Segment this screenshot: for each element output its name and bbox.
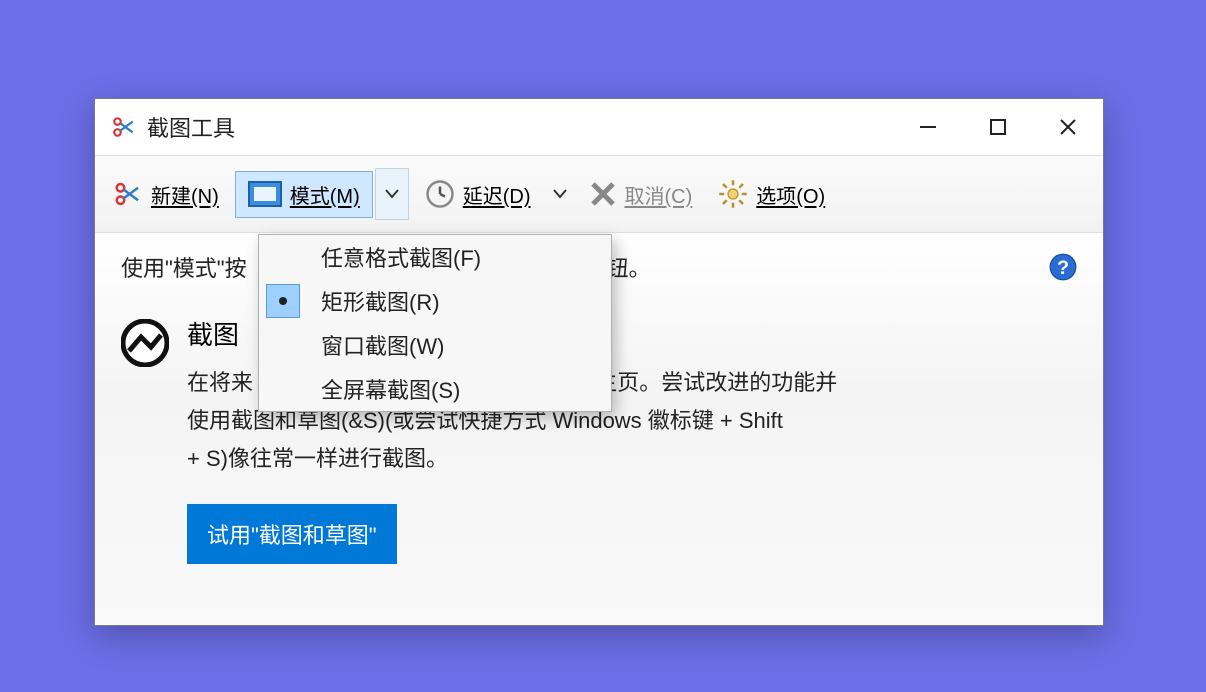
- mode-option-fullscreen[interactable]: 全屏幕截图(S): [259, 367, 611, 411]
- mode-option-rectangle[interactable]: 矩形截图(R): [259, 279, 611, 323]
- window-title: 截图工具: [147, 111, 235, 143]
- delay-label: 延迟(D): [463, 180, 531, 209]
- mode-option-window[interactable]: 窗口截图(W): [259, 323, 611, 367]
- snip-sketch-logo-icon: [121, 319, 169, 367]
- new-snip-button[interactable]: 新建(N): [103, 171, 229, 217]
- app-scissors-icon: [111, 114, 137, 140]
- clock-icon: [425, 179, 455, 209]
- mode-label: 模式(M): [290, 180, 360, 209]
- cancel-button[interactable]: 取消(C): [579, 172, 703, 217]
- mode-option-label: 矩形截图(R): [307, 285, 440, 317]
- hint-text-left: 使用"模式"按: [121, 251, 247, 283]
- new-label: 新建(N): [151, 180, 219, 209]
- cancel-label: 取消(C): [625, 180, 693, 209]
- minimize-button[interactable]: [893, 99, 963, 155]
- chevron-down-icon: [385, 189, 399, 199]
- mode-dropdown-arrow[interactable]: [375, 168, 409, 220]
- mode-option-label: 窗口截图(W): [307, 329, 444, 361]
- bullet-icon: [279, 297, 287, 305]
- rectangle-mode-icon: [248, 181, 282, 207]
- x-icon: [589, 180, 617, 208]
- gear-icon: [718, 179, 748, 209]
- snipping-tool-window: 截图工具 新建(N) 模式: [94, 98, 1104, 626]
- scissors-icon: [113, 179, 143, 209]
- hint-text-right: 钮。: [607, 251, 651, 283]
- close-button[interactable]: [1033, 99, 1103, 155]
- chevron-down-icon[interactable]: [547, 189, 573, 199]
- help-icon[interactable]: ?: [1049, 253, 1077, 281]
- mode-button[interactable]: 模式(M): [235, 171, 373, 218]
- titlebar: 截图工具: [95, 99, 1103, 155]
- mode-dropdown-menu: 任意格式截图(F) 矩形截图(R) 窗口截图(W) 全屏幕截图(S): [258, 234, 612, 412]
- mode-option-label: 任意格式截图(F): [307, 241, 481, 273]
- options-button[interactable]: 选项(O): [708, 171, 835, 217]
- options-label: 选项(O): [756, 180, 825, 209]
- delay-button[interactable]: 延迟(D): [415, 171, 541, 217]
- try-snip-sketch-button[interactable]: 试用"截图和草图": [187, 504, 397, 564]
- maximize-button[interactable]: [963, 99, 1033, 155]
- svg-text:?: ?: [1057, 257, 1069, 279]
- toolbar: 新建(N) 模式(M) 延迟(D) 取消(C): [95, 155, 1103, 233]
- mode-option-freeform[interactable]: 任意格式截图(F): [259, 235, 611, 279]
- mode-option-label: 全屏幕截图(S): [307, 373, 460, 405]
